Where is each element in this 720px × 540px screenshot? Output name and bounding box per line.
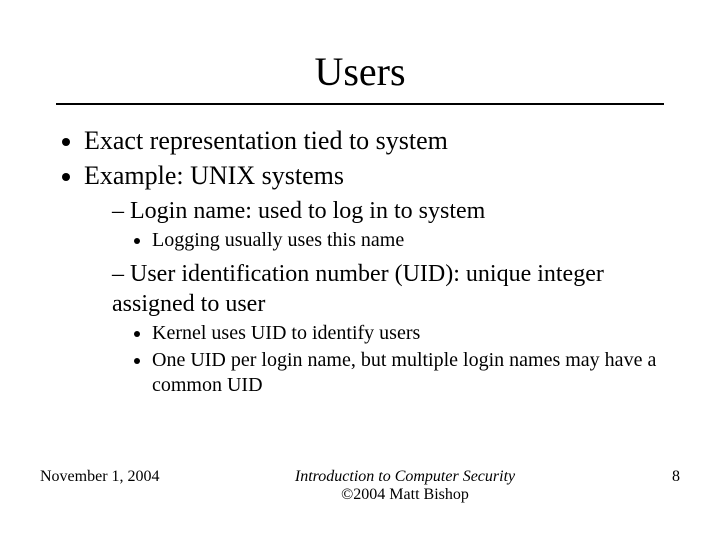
bullet-item: Exact representation tied to system (84, 125, 664, 158)
bullet-text: Kernel uses UID to identify users (152, 322, 420, 344)
bullet-text: Logging usually uses this name (152, 229, 404, 251)
bullet-list: Exact representation tied to system Exam… (56, 125, 664, 398)
bullet-item: Example: UNIX systems Login name: used t… (84, 160, 664, 399)
title-underline (56, 103, 664, 105)
sub-bullet-list: Login name: used to log in to system Log… (84, 196, 664, 398)
bullet-text: User identification number (UID): unique… (112, 261, 604, 317)
footer-center: Introduction to Computer Security ©2004 … (190, 468, 620, 504)
slide-title: Users (56, 48, 664, 95)
footer-copyright: ©2004 Matt Bishop (341, 486, 469, 503)
sub-sub-bullet-list: Logging usually uses this name (112, 228, 664, 253)
footer-title: Introduction to Computer Security (295, 468, 515, 485)
bullet-text: One UID per login name, but multiple log… (152, 349, 656, 396)
sub-sub-bullet-item: Logging usually uses this name (152, 228, 664, 253)
footer-date: November 1, 2004 (40, 468, 190, 486)
sub-bullet-item: Login name: used to log in to system Log… (112, 196, 664, 253)
bullet-text: Exact representation tied to system (84, 126, 448, 155)
bullet-text: Example: UNIX systems (84, 161, 344, 190)
slide: Users Exact representation tied to syste… (0, 0, 720, 540)
footer-page-number: 8 (620, 468, 680, 486)
sub-sub-bullet-item: One UID per login name, but multiple log… (152, 348, 664, 398)
sub-sub-bullet-list: Kernel uses UID to identify users One UI… (112, 321, 664, 398)
sub-bullet-item: User identification number (UID): unique… (112, 259, 664, 398)
footer: November 1, 2004 Introduction to Compute… (40, 468, 680, 504)
sub-sub-bullet-item: Kernel uses UID to identify users (152, 321, 664, 346)
bullet-text: Login name: used to log in to system (130, 198, 485, 224)
